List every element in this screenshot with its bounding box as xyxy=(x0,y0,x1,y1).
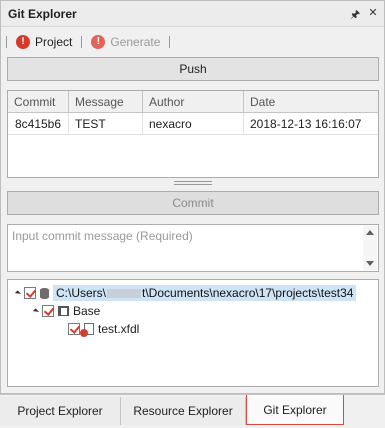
cell-date: 2018-12-13 16:16:07 xyxy=(250,116,362,131)
column-header-message[interactable]: Message xyxy=(69,91,143,112)
commits-grid: Commit Message Author Date 8c415b6 TEST … xyxy=(7,90,379,178)
column-header-author[interactable]: Author xyxy=(143,91,244,112)
commit-message-input[interactable] xyxy=(8,225,362,271)
changes-tree: C:\Users\ t\Documents\nexacro\17\projects… xyxy=(7,279,379,387)
file-icon xyxy=(80,323,94,337)
error-icon: ! xyxy=(91,34,106,49)
toolbar-separator xyxy=(169,35,171,48)
toolbar-separator xyxy=(6,35,7,48)
panel-titlebar: Git Explorer 🖈︎ ✕ xyxy=(1,1,384,27)
panel-title: Git Explorer xyxy=(8,7,77,21)
repository-path: C:\Users\ t\Documents\nexacro\17\projects… xyxy=(53,285,357,301)
redacted-username xyxy=(107,289,142,299)
file-label: test.xfdl xyxy=(98,322,140,336)
tab-git-explorer[interactable]: Git Explorer xyxy=(246,395,344,425)
commit-button[interactable]: Commit xyxy=(7,191,379,215)
expand-arrow-icon[interactable] xyxy=(14,289,22,297)
tree-item-folder[interactable]: Base xyxy=(32,302,101,320)
expand-arrow-icon[interactable] xyxy=(32,307,40,315)
scroll-down-icon[interactable] xyxy=(366,261,374,266)
file-checkbox[interactable] xyxy=(68,323,80,335)
tree-item-root[interactable]: C:\Users\ t\Documents\nexacro\17\projects… xyxy=(14,284,357,302)
push-button[interactable]: Push xyxy=(7,57,379,81)
grid-header: Commit Message Author Date xyxy=(8,91,378,113)
table-row[interactable]: 8c415b6 TEST nexacro 2018-12-13 16:16:07 xyxy=(8,113,378,135)
titlebar-icons: 🖈︎ ✕ xyxy=(350,6,378,25)
close-icon[interactable]: ✕ xyxy=(368,6,378,25)
error-icon: ! xyxy=(16,34,30,49)
column-header-date[interactable]: Date xyxy=(244,91,378,112)
error-badge-icon xyxy=(80,329,88,337)
git-explorer-panel: Git Explorer 🖈︎ ✕ ! Project ! Generate P… xyxy=(0,0,385,394)
bottom-tab-bar: Project Explorer Resource Explorer Git E… xyxy=(0,394,385,428)
cell-commit: 8c415b6 xyxy=(8,113,69,134)
root-checkbox[interactable] xyxy=(24,287,36,299)
folder-checkbox[interactable] xyxy=(42,305,54,317)
tree-item-file[interactable]: test.xfdl xyxy=(68,320,139,338)
tab-project-explorer[interactable]: Project Explorer xyxy=(0,397,121,425)
toolbar-separator xyxy=(81,35,83,48)
cell-author: nexacro xyxy=(143,113,244,134)
generate-button[interactable]: ! Generate xyxy=(87,34,164,49)
folder-label: Base xyxy=(73,304,101,318)
cell-message: TEST xyxy=(69,113,143,134)
tab-resource-explorer[interactable]: Resource Explorer xyxy=(121,397,246,425)
column-header-commit[interactable]: Commit xyxy=(8,91,69,112)
pin-icon[interactable]: 🖈︎ xyxy=(350,6,360,25)
generate-label: Generate xyxy=(110,34,161,49)
commit-message-box xyxy=(7,224,379,272)
splitter-handle[interactable] xyxy=(174,181,212,185)
folder-icon xyxy=(58,306,69,316)
repository-icon xyxy=(40,287,49,299)
scroll-up-icon[interactable] xyxy=(366,230,374,235)
project-label: Project xyxy=(35,34,73,49)
project-button[interactable]: ! Project xyxy=(12,34,76,49)
toolbar: ! Project ! Generate xyxy=(1,28,384,55)
message-scrollbar[interactable] xyxy=(363,226,377,270)
